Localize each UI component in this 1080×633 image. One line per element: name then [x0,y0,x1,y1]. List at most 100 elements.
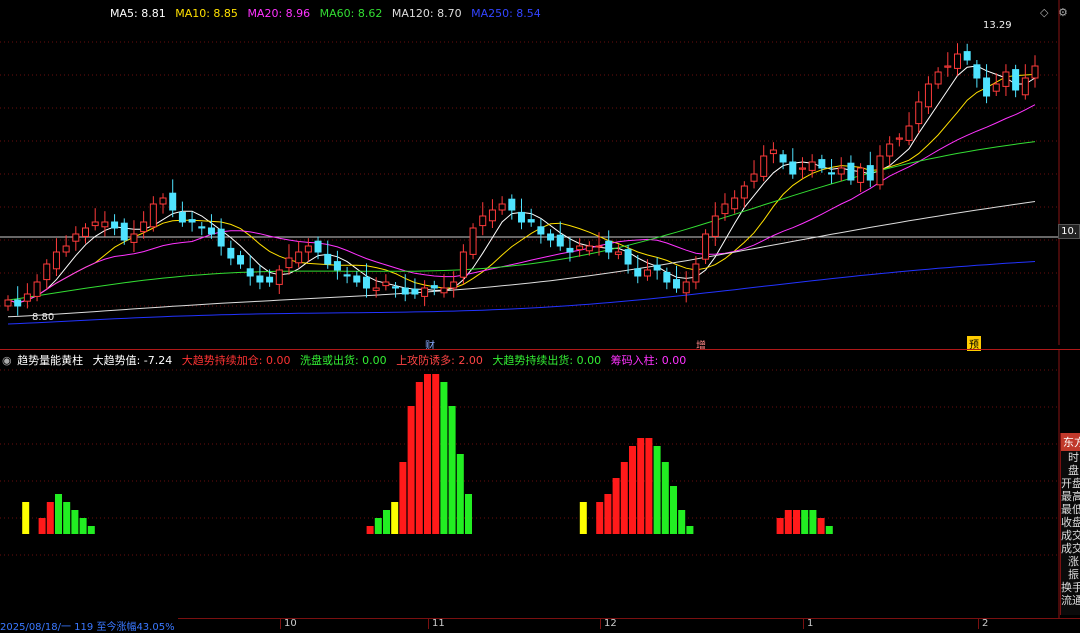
indicator-bar [686,526,694,534]
candle-body [450,281,458,289]
candle-body [692,263,700,283]
candle-body [847,162,855,181]
candle-body [120,222,128,241]
candle-body [237,255,245,265]
candle-body [518,211,525,223]
indicator-bar [448,406,456,534]
indicator-bar [366,526,374,534]
side-row: 最高 [1061,490,1080,503]
candle-body [469,227,477,255]
candle-body [905,125,913,141]
indicator-bar [391,502,399,534]
side-panel-header[interactable]: 东方 [1061,433,1080,451]
time-axis[interactable]: 10 11 12 1 2 2025/08/18/一 119 至今涨幅43.05% [0,618,1080,633]
indicator-bar [407,406,415,534]
side-row: 盘 [1068,464,1079,477]
side-row: 时 [1068,451,1079,464]
candle-body [411,288,419,295]
candle-body [459,251,467,278]
indicator-panel[interactable]: ◉ 趋势量能黄柱 大趋势值: -7.24 大趋势持续加仓: 0.00 洗盘或出货… [0,350,1080,618]
candle-body [963,51,971,61]
candle-body [934,71,942,85]
indicator-bar [776,518,784,534]
indicator-bar [38,518,46,534]
candle-body [1012,69,1020,91]
side-row: 换手 [1061,581,1080,594]
candle-body [556,234,564,247]
candle-body [605,240,613,253]
indicator-bar [825,526,833,534]
ma10-line [7,73,1036,304]
candle-body [488,209,496,222]
candle-body [421,287,429,297]
candle-body [217,228,225,247]
candle-body [207,227,215,235]
kline-panel[interactable]: MA5: 8.81 MA10: 8.85 MA20: 8.96 MA60: 8.… [0,0,1080,352]
indicator-bar [22,502,30,534]
stock-chart-window: MA5: 8.81 MA10: 8.85 MA20: 8.96 MA60: 8.… [0,0,1080,633]
month-label: 2 [982,618,989,629]
ma250-line [7,261,1036,325]
candle-body [188,219,196,223]
candle-body [624,249,632,265]
candle-body [266,276,274,283]
candle-body [828,172,836,175]
indicator-bar-chart [0,350,1060,618]
indicator-bar [465,494,472,534]
candle-body [634,268,642,277]
candle-body [1031,65,1039,79]
candle-body [682,281,690,294]
candle-body [246,268,254,277]
candle-body [392,286,400,289]
candle-body [314,240,322,253]
candle-body [498,203,506,211]
indicator-bar [801,510,809,534]
indicator-bar [637,438,645,534]
candle-body [721,203,729,215]
month-label: 10 [284,618,297,629]
candle-body [430,285,438,289]
candle-body [789,161,797,175]
candle-body [440,287,448,294]
candle-body [52,251,60,270]
candle-body [953,53,961,69]
indicator-bar [817,518,825,534]
candle-body [198,226,206,229]
candle-body [91,221,99,227]
side-row: 涨 [1068,555,1079,568]
candle-body [23,293,31,302]
indicator-bar [415,382,423,534]
candle-body [14,299,22,307]
candle-body [876,155,884,186]
side-row: 开盘 [1061,477,1080,490]
candle-body [595,245,603,248]
candle-body [992,83,1000,92]
indicator-bar [46,502,54,534]
candle-body [1002,71,1010,87]
candle-body [585,245,593,252]
candle-body [711,215,719,237]
indicator-bar [63,502,71,534]
candle-body [130,233,138,243]
candle-body [983,77,991,97]
indicator-bar [604,494,612,534]
low-price-label: 8.80 [32,312,55,323]
candle-body [43,263,51,281]
candle-body [4,299,12,307]
indicator-bar [809,510,817,534]
indicator-bar [440,382,448,534]
candle-body [149,203,157,228]
candle-body [382,281,390,287]
indicator-bar [612,478,620,534]
side-row: 成交 [1061,529,1080,542]
quote-side-panel[interactable]: 东方 时 盘 开盘 最高 最低 收盘 成交 成交 涨 振 换手 流通 [1060,433,1080,615]
status-text: 2025/08/18/一 119 至今涨幅43.05% [0,618,178,633]
candle-body [256,275,264,283]
candle-body [362,276,370,289]
indicator-bar [793,510,800,534]
candle-body [72,233,80,242]
side-row: 振 [1068,568,1079,581]
candle-body [401,287,409,295]
indicator-bar [71,510,79,534]
candle-body [285,257,293,269]
